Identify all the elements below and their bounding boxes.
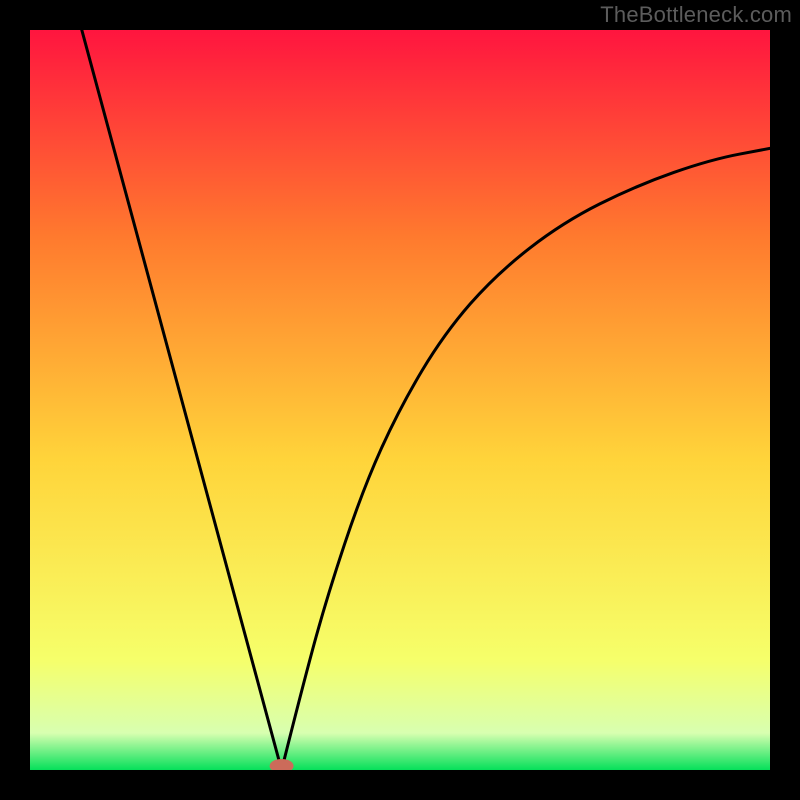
watermark-text: TheBottleneck.com [600,2,792,28]
bottleneck-chart [30,30,770,770]
chart-frame: TheBottleneck.com [0,0,800,800]
chart-background-gradient [30,30,770,770]
